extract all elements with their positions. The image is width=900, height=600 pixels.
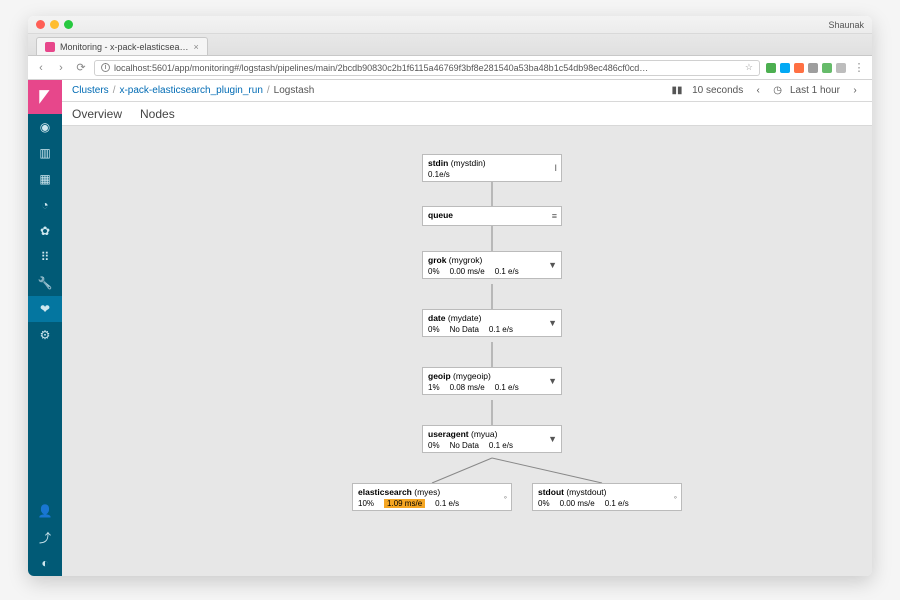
filter-type-icon: ▼ xyxy=(548,260,557,270)
pipeline-node-grok[interactable]: grok (mygrok) 0%0.00 ms/e0.1 e/s ▼ xyxy=(422,251,562,279)
reload-button[interactable]: ⟳ xyxy=(74,61,88,75)
side-nav: ◉ ▥ ▦ ◔ ✿ ⠿ 🔧 ❤ ⚙ 👤 ⤴ ◐ xyxy=(28,80,62,576)
url-text: localhost:5601/app/monitoring#/logstash/… xyxy=(114,63,648,73)
maximize-window-icon[interactable] xyxy=(64,20,73,29)
discover-icon[interactable]: ◉ xyxy=(28,114,62,140)
filter-type-icon: ▼ xyxy=(548,376,557,386)
breadcrumb-cluster[interactable]: x-pack-elasticsearch_plugin_run xyxy=(119,85,262,96)
output-type-icon: ◦ xyxy=(674,492,677,502)
refresh-interval[interactable]: 10 seconds xyxy=(692,85,743,96)
forward-button[interactable]: › xyxy=(54,61,68,75)
management-icon[interactable]: ⚙ xyxy=(28,322,62,348)
queue-type-icon: ≡ xyxy=(552,211,557,221)
breadcrumb-sep: / xyxy=(113,85,116,96)
browser-toolbar: ‹ › ⟳ i localhost:5601/app/monitoring#/l… xyxy=(28,56,872,80)
clock-icon: ◷ xyxy=(773,85,782,96)
browser-tab[interactable]: Monitoring - x-pack-elasticsea… × xyxy=(36,37,208,55)
minimize-window-icon[interactable] xyxy=(50,20,59,29)
time-prev-button[interactable]: ‹ xyxy=(751,85,765,96)
breadcrumb-current: Logstash xyxy=(274,85,315,96)
close-window-icon[interactable] xyxy=(36,20,45,29)
output-type-icon: ◦ xyxy=(504,492,507,502)
profile-name: Shaunak xyxy=(828,20,864,30)
breadcrumb-sep: / xyxy=(267,85,270,96)
time-controls: ▮▮ 10 seconds ‹ ◷ Last 1 hour › xyxy=(670,85,862,96)
timelion-icon[interactable]: ◔ xyxy=(28,192,62,218)
pipeline-node-queue[interactable]: queue ≡ xyxy=(422,206,562,226)
site-info-icon[interactable]: i xyxy=(101,63,110,72)
account-icon[interactable]: 👤 xyxy=(28,498,62,524)
extension-icon[interactable] xyxy=(780,63,790,73)
browser-tabstrip: Monitoring - x-pack-elasticsea… × xyxy=(28,34,872,56)
pipeline-node-stdin[interactable]: stdin (mystdin) 0.1e/s I xyxy=(422,154,562,182)
pause-button[interactable]: ▮▮ xyxy=(670,85,684,96)
breadcrumb-clusters[interactable]: Clusters xyxy=(72,85,109,96)
devtools-icon[interactable]: 🔧 xyxy=(28,270,62,296)
tab-overview[interactable]: Overview xyxy=(72,107,122,125)
pipeline-node-useragent[interactable]: useragent (myua) 0%No Data0.1 e/s ▼ xyxy=(422,425,562,453)
back-button[interactable]: ‹ xyxy=(34,61,48,75)
dashboard-icon[interactable]: ▦ xyxy=(28,166,62,192)
pipeline-canvas[interactable]: stdin (mystdin) 0.1e/s I queue ≡ grok (m… xyxy=(62,126,872,576)
tab-nodes[interactable]: Nodes xyxy=(140,107,175,125)
breadcrumb: Clusters / x-pack-elasticsearch_plugin_r… xyxy=(62,80,872,102)
menu-button[interactable]: ⋮ xyxy=(852,61,866,75)
page-tabs: Overview Nodes xyxy=(62,102,872,126)
extension-icon[interactable] xyxy=(836,63,846,73)
extension-icon[interactable] xyxy=(822,63,832,73)
close-tab-icon[interactable]: × xyxy=(194,42,199,52)
extension-icon[interactable] xyxy=(808,63,818,73)
extension-icons xyxy=(766,63,846,73)
pipeline-node-elasticsearch[interactable]: elasticsearch (myes) 10%1.09 ms/e0.1 e/s… xyxy=(352,483,512,511)
bookmark-icon[interactable]: ☆ xyxy=(745,62,753,73)
visualize-icon[interactable]: ▥ xyxy=(28,140,62,166)
extension-icon[interactable] xyxy=(794,63,804,73)
extension-icon[interactable] xyxy=(766,63,776,73)
pipeline-node-date[interactable]: date (mydate) 0%No Data0.1 e/s ▼ xyxy=(422,309,562,337)
address-bar[interactable]: i localhost:5601/app/monitoring#/logstas… xyxy=(94,60,760,76)
time-next-button[interactable]: › xyxy=(848,85,862,96)
monitoring-icon[interactable]: ❤ xyxy=(28,296,62,322)
input-type-icon: I xyxy=(554,163,557,173)
kibana-favicon-icon xyxy=(45,42,55,52)
time-range[interactable]: Last 1 hour xyxy=(790,85,840,96)
window-titlebar: Shaunak xyxy=(28,16,872,34)
pipeline-node-stdout[interactable]: stdout (mystdout) 0%0.00 ms/e0.1 e/s ◦ xyxy=(532,483,682,511)
filter-type-icon: ▼ xyxy=(548,318,557,328)
apm-icon[interactable]: ✿ xyxy=(28,218,62,244)
browser-window: Shaunak Monitoring - x-pack-elasticsea… … xyxy=(28,16,872,576)
graph-icon[interactable]: ⠿ xyxy=(28,244,62,270)
kibana-app: ◉ ▥ ▦ ◔ ✿ ⠿ 🔧 ❤ ⚙ 👤 ⤴ ◐ Clusters / x-pac… xyxy=(28,80,872,576)
logout-icon[interactable]: ⤴ xyxy=(28,524,62,550)
kibana-logo-icon[interactable] xyxy=(28,80,62,114)
pipeline-node-geoip[interactable]: geoip (mygeoip) 1%0.08 ms/e0.1 e/s ▼ xyxy=(422,367,562,395)
filter-type-icon: ▼ xyxy=(548,434,557,444)
tab-title: Monitoring - x-pack-elasticsea… xyxy=(60,42,189,52)
main-content: Clusters / x-pack-elasticsearch_plugin_r… xyxy=(62,80,872,576)
collapse-icon[interactable]: ◐ xyxy=(28,550,62,576)
